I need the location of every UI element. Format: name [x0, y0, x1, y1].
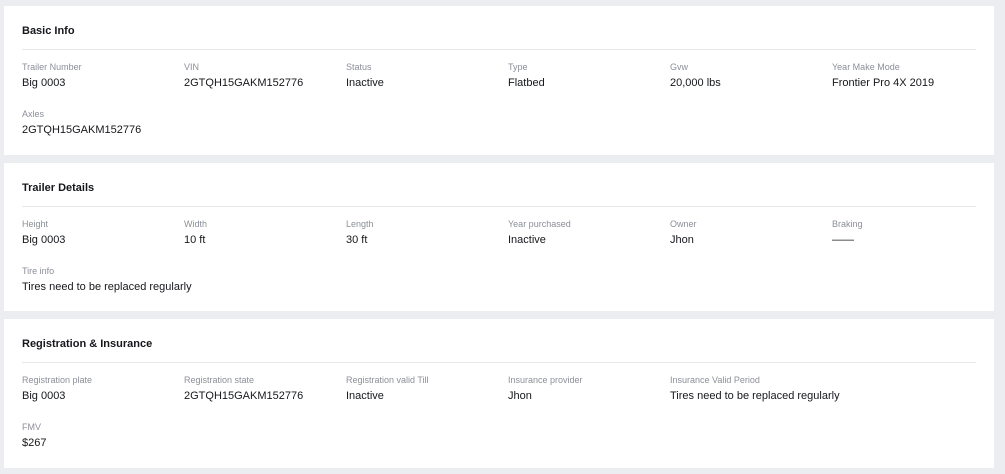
field-label: Braking	[832, 219, 863, 229]
trailer-details-title: Trailer Details	[22, 182, 95, 194]
field-label: FMV	[22, 422, 41, 432]
field-vin: VIN 2GTQH15GAKM152776	[184, 62, 344, 90]
field-registration-valid-till: Registration valid Till Inactive	[346, 375, 506, 403]
field-value: Tires need to be replaced regularly	[670, 390, 840, 402]
field-value: 2GTQH15GAKM152776	[22, 124, 142, 136]
field-value: Big 0003	[22, 234, 66, 246]
field-label: Axles	[22, 109, 45, 119]
field-label: Insurance Valid Period	[670, 375, 760, 385]
field-axles: Axles 2GTQH15GAKM152776	[22, 109, 182, 137]
field-width: Width 10 ft	[184, 219, 344, 247]
field-label: Gvw	[670, 62, 688, 72]
field-value: Big 0003	[22, 390, 66, 402]
field-label: Year purchased	[508, 219, 571, 229]
trailer-details-card: Trailer Details Height Big 0003 Width 10…	[4, 163, 994, 311]
field-value: Inactive	[346, 390, 384, 402]
field-value: Tires need to be replaced regularly	[22, 281, 192, 293]
field-value: Frontier Pro 4X 2019	[832, 77, 935, 89]
field-label: Status	[346, 62, 372, 72]
field-label: Width	[184, 219, 208, 229]
field-year-make-model: Year Make Mode Frontier Pro 4X 2019	[832, 62, 992, 90]
field-owner: Owner Jhon	[670, 219, 840, 247]
field-insurance-provider: Insurance provider Jhon	[508, 375, 668, 403]
field-value: 2GTQH15GAKM152776	[184, 390, 304, 402]
field-fmv: FMV $267	[22, 422, 182, 450]
registration-insurance-card: Registration & Insurance Registration pl…	[4, 319, 994, 468]
field-value: ——	[832, 234, 854, 246]
basic-info-title: Basic Info	[22, 25, 75, 37]
divider	[22, 49, 976, 50]
field-value: Jhon	[508, 390, 532, 402]
field-value: 10 ft	[184, 234, 206, 246]
field-label: Registration plate	[22, 375, 93, 385]
field-value: 20,000 lbs	[670, 77, 721, 89]
field-trailer-number: Trailer Number Big 0003	[22, 62, 182, 90]
field-label: Owner	[670, 219, 697, 229]
field-label: Registration state	[184, 375, 255, 385]
field-insurance-valid-period: Insurance Valid Period Tires need to be …	[670, 375, 960, 403]
field-year-purchased: Year purchased Inactive	[508, 219, 668, 247]
field-value: Flatbed	[508, 77, 545, 89]
field-value: Jhon	[670, 234, 694, 246]
field-registration-state: Registration state 2GTQH15GAKM152776	[184, 375, 344, 403]
field-value: Inactive	[346, 77, 384, 89]
field-type: Type Flatbed	[508, 62, 668, 90]
field-gvw: Gvw 20,000 lbs	[670, 62, 840, 90]
field-value: 30 ft	[346, 234, 368, 246]
field-label: Insurance provider	[508, 375, 583, 385]
field-length: Length 30 ft	[346, 219, 506, 247]
divider	[22, 362, 976, 363]
field-label: VIN	[184, 62, 200, 72]
field-tire-info: Tire info Tires need to be replaced regu…	[22, 266, 322, 294]
divider	[22, 206, 976, 207]
field-label: Registration valid Till	[346, 375, 429, 385]
field-value: 2GTQH15GAKM152776	[184, 77, 304, 89]
field-value: Big 0003	[22, 77, 66, 89]
field-braking: Braking ——	[832, 219, 992, 247]
basic-info-card: Basic Info Trailer Number Big 0003 VIN 2…	[4, 6, 994, 155]
field-registration-plate: Registration plate Big 0003	[22, 375, 182, 403]
field-status: Status Inactive	[346, 62, 506, 90]
field-label: Type	[508, 62, 528, 72]
field-label: Length	[346, 219, 374, 229]
field-value: Inactive	[508, 234, 546, 246]
field-label: Trailer Number	[22, 62, 82, 72]
field-label: Year Make Mode	[832, 62, 900, 72]
registration-insurance-title: Registration & Insurance	[22, 338, 153, 350]
field-value: $267	[22, 437, 47, 449]
field-label: Height	[22, 219, 49, 229]
field-label: Tire info	[22, 266, 55, 276]
field-height: Height Big 0003	[22, 219, 182, 247]
